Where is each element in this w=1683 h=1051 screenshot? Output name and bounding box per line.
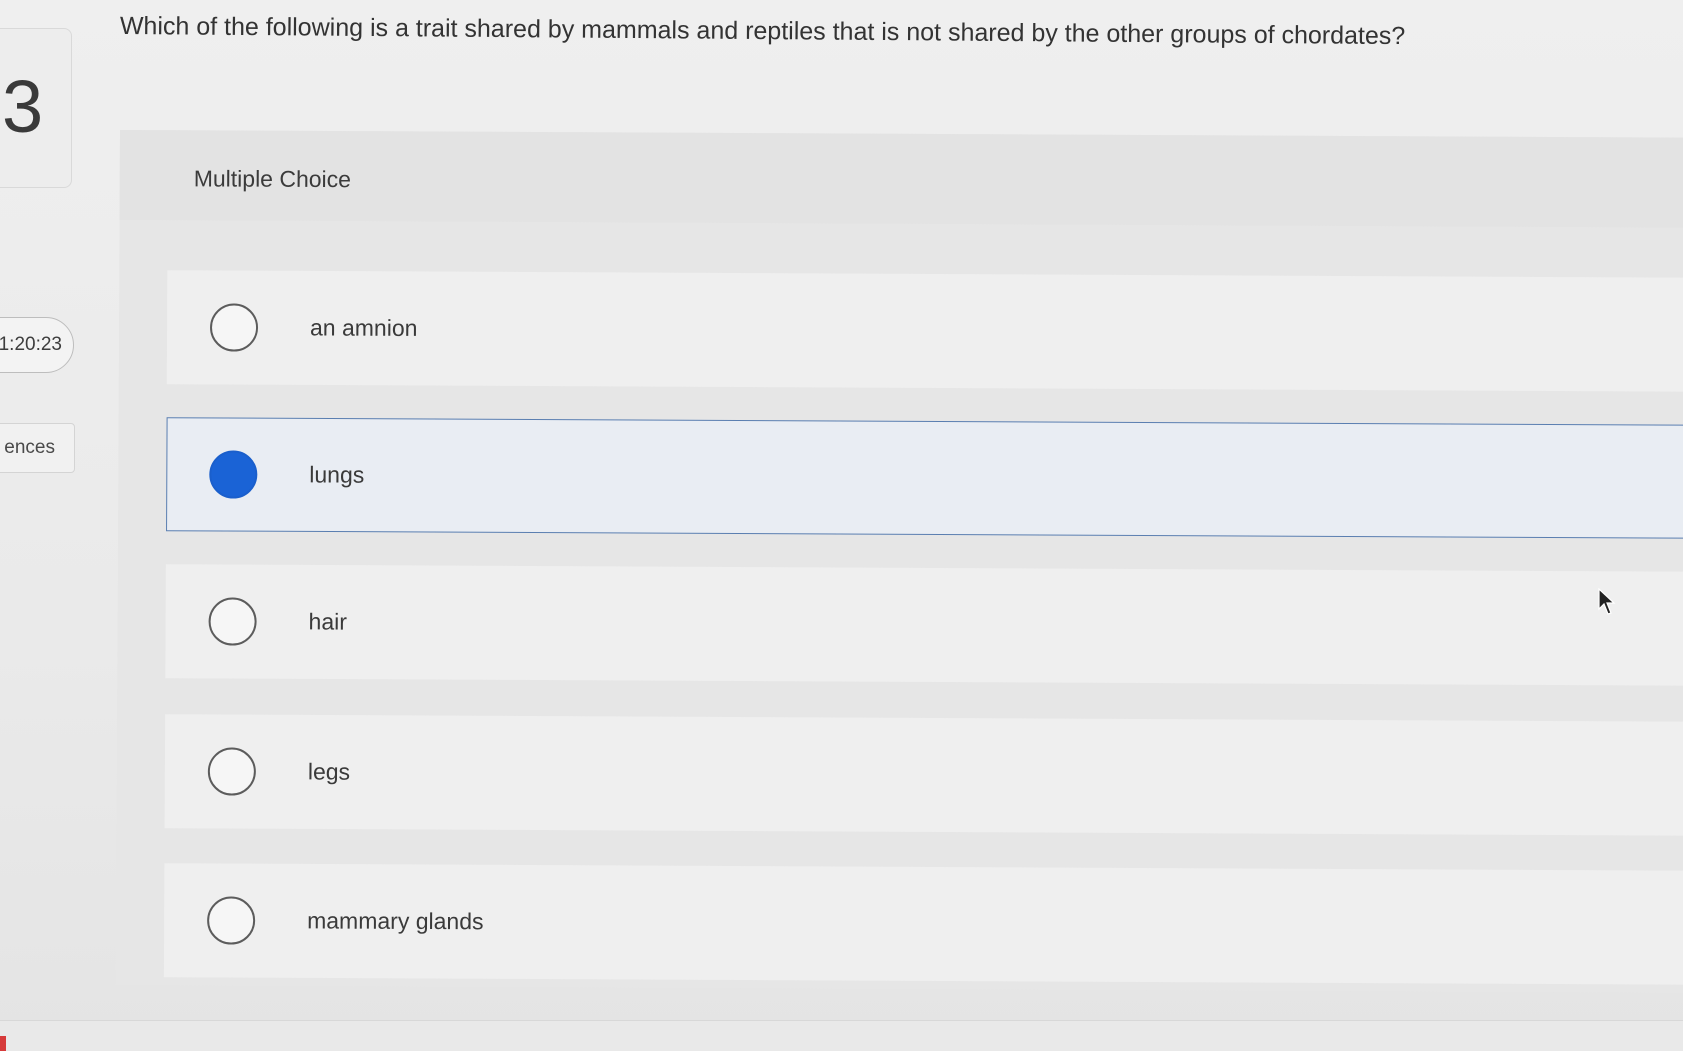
multiple-choice-header: Multiple Choice xyxy=(119,130,1683,228)
choice-an-amnion[interactable]: an amnion xyxy=(166,270,1683,392)
choice-legs[interactable]: legs xyxy=(164,714,1683,836)
references-button[interactable]: ences xyxy=(0,423,75,473)
choice-hair[interactable]: hair xyxy=(165,564,1683,686)
radio-button[interactable] xyxy=(208,597,257,646)
radio-button[interactable] xyxy=(207,896,256,945)
multiple-choice-label: Multiple Choice xyxy=(193,165,352,193)
choice-mammary-glands[interactable]: mammary glands xyxy=(163,863,1683,985)
bottom-bar xyxy=(0,1020,1683,1051)
question-text: Which of the following is a trait shared… xyxy=(119,12,1406,51)
mouse-cursor-icon xyxy=(1598,588,1616,615)
quiz-page: 3 1:20:23 ences Which of the following i… xyxy=(0,0,1683,1051)
choice-label: an amnion xyxy=(309,314,418,341)
choice-label: hair xyxy=(308,608,348,635)
choice-label: legs xyxy=(307,758,351,785)
radio-button[interactable] xyxy=(209,303,259,352)
timer[interactable]: 1:20:23 xyxy=(0,317,74,373)
choice-label: lungs xyxy=(309,461,365,488)
choice-lungs[interactable]: lungs xyxy=(166,417,1683,539)
radio-button-selected[interactable] xyxy=(209,450,258,499)
timer-value: 1:20:23 xyxy=(0,334,62,355)
red-edge-marker xyxy=(0,1036,6,1051)
question-number: 3 xyxy=(2,65,44,148)
references-label: ences xyxy=(4,437,55,458)
multiple-choice-panel: Multiple Choice an amnion lungs hair leg… xyxy=(115,130,1683,993)
choice-label: mammary glands xyxy=(307,907,484,935)
radio-button[interactable] xyxy=(207,747,256,796)
